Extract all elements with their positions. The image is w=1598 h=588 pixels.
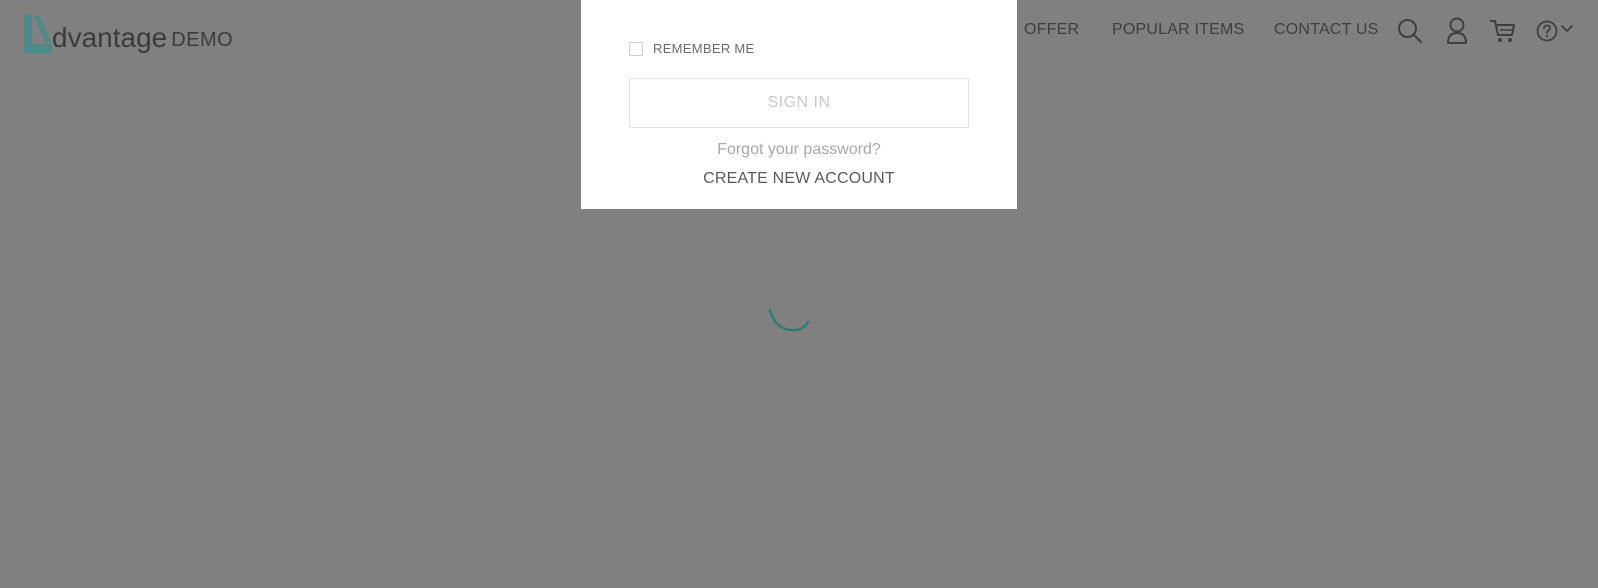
chevron-down-icon[interactable] <box>1561 24 1573 34</box>
nav-item-contact-us[interactable]: CONTACT US <box>1274 21 1379 39</box>
sign-in-button[interactable]: SIGN IN <box>629 78 969 128</box>
remember-me-label[interactable]: REMEMBER ME <box>653 41 755 56</box>
login-modal: REMEMBER ME SIGN IN Forgot your password… <box>581 0 1017 209</box>
logo-word: dvantage <box>52 22 168 53</box>
logo[interactable]: dvantage DEMO <box>22 10 233 54</box>
nav-item-popular-items[interactable]: POPULAR ITEMS <box>1112 21 1244 39</box>
nav-item-offer[interactable]: OFFER <box>1024 21 1079 39</box>
help-icon[interactable] <box>1536 20 1558 42</box>
cart-icon[interactable] <box>1490 18 1516 44</box>
remember-me-checkbox[interactable] <box>629 41 643 56</box>
remember-me-row[interactable]: REMEMBER ME <box>629 41 755 56</box>
logo-suffix: DEMO <box>171 29 234 51</box>
loading-spinner-icon <box>766 298 810 343</box>
search-icon[interactable] <box>1397 18 1423 44</box>
user-icon[interactable] <box>1446 17 1468 45</box>
forgot-password-link[interactable]: Forgot your password? <box>581 141 1017 159</box>
create-account-link[interactable]: CREATE NEW ACCOUNT <box>581 170 1017 188</box>
logo-mark-icon <box>24 14 52 53</box>
